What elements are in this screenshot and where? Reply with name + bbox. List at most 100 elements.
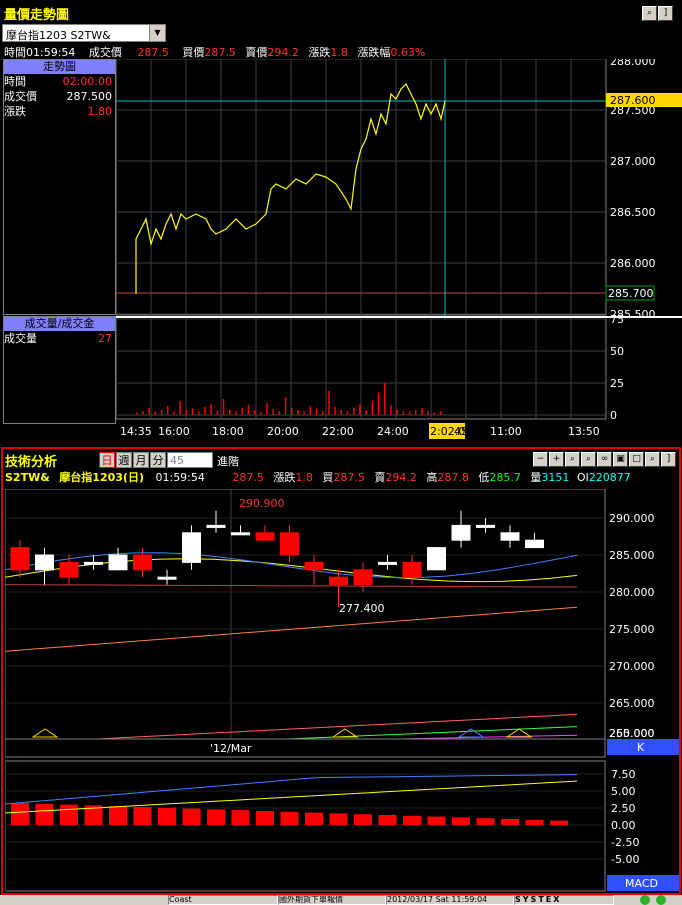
info-label: 漲跌 bbox=[4, 105, 26, 118]
volume-bar bbox=[191, 408, 194, 415]
info-row-price: 成交價 287.500 bbox=[4, 89, 115, 104]
title-bar: 量價走勢圖 ⌕ ] bbox=[0, 0, 682, 24]
candle-body bbox=[59, 561, 79, 578]
volume-tick: 0 bbox=[610, 409, 617, 422]
advanced-button[interactable]: 進階 bbox=[217, 453, 239, 469]
volume-bar bbox=[204, 407, 206, 415]
minute-value: 45 bbox=[170, 454, 184, 467]
macd-bar bbox=[256, 811, 274, 825]
macd-bar bbox=[476, 818, 495, 825]
time-tick: 14:35 bbox=[120, 425, 152, 438]
ta-name: 摩台指1203(日) bbox=[59, 471, 144, 484]
last-value: 287.5 bbox=[137, 46, 169, 59]
volume-bar bbox=[322, 411, 324, 415]
current-price-tag: 287.600 bbox=[610, 94, 656, 107]
candle-body bbox=[157, 576, 177, 580]
candle-body bbox=[84, 561, 103, 565]
candle-tick: 270.000 bbox=[609, 660, 655, 673]
volume-bar bbox=[315, 408, 318, 415]
intraday-chart[interactable]: 288.000287.500287.000286.500286.000285.5… bbox=[116, 59, 682, 445]
ta-time: 01:59:54 bbox=[155, 471, 205, 484]
candle-tick: 275.000 bbox=[609, 623, 655, 636]
status-cell-time: 2012/03/17 Sat 11:59:04 bbox=[386, 895, 514, 905]
high-annotation: 290.900 bbox=[239, 497, 285, 510]
zoom-out-icon[interactable]: ⌕ bbox=[565, 452, 580, 467]
technical-chart[interactable]: 290.000 285.000 280.000 275.000 270.000 265.0… bbox=[5, 489, 679, 893]
macd-bar bbox=[231, 810, 250, 825]
macd-bar bbox=[207, 809, 225, 825]
plus-icon[interactable]: + bbox=[549, 452, 564, 467]
info-label: 時間 bbox=[4, 75, 26, 88]
volume-tick: 50 bbox=[610, 345, 624, 358]
time-tick: 22:00 bbox=[322, 425, 354, 438]
macd-bar bbox=[452, 817, 470, 825]
zoom-icon[interactable]: ⌕ bbox=[642, 6, 657, 21]
chevron-down-icon[interactable]: ▼ bbox=[149, 25, 165, 41]
link-icon[interactable]: ∞ bbox=[597, 452, 612, 467]
volume-bar bbox=[415, 410, 417, 415]
period-week[interactable]: 週 bbox=[116, 452, 132, 468]
info-row-change: 漲跌 1.80 bbox=[4, 104, 115, 119]
macd-bar bbox=[11, 803, 29, 825]
macd-tick: 5.00 bbox=[611, 785, 636, 798]
zoom-in-icon[interactable]: ⌕ bbox=[581, 452, 596, 467]
close-icon[interactable]: ] bbox=[661, 452, 676, 467]
close-icon[interactable]: ] bbox=[658, 6, 673, 21]
volume-bar bbox=[297, 410, 299, 415]
ta-low: 285.7 bbox=[489, 471, 521, 484]
window-icon[interactable]: □ bbox=[629, 452, 644, 467]
volume-bar bbox=[346, 411, 349, 415]
candle-body bbox=[329, 576, 348, 586]
volume-bar bbox=[384, 383, 386, 415]
ask-label: 賣價 bbox=[245, 46, 268, 59]
date-strip bbox=[5, 738, 606, 758]
window-title: 量價走勢圖 bbox=[4, 8, 70, 23]
volume-tick: 75 bbox=[610, 313, 624, 326]
volume-row: 成交量 27 bbox=[4, 331, 115, 346]
volume-bar bbox=[229, 409, 231, 415]
macd-bar bbox=[378, 815, 397, 825]
volume-bar bbox=[241, 407, 243, 415]
ta-oi: 220877 bbox=[588, 471, 631, 484]
macd-bar bbox=[501, 819, 519, 825]
ta-change: 1.8 bbox=[295, 471, 313, 484]
pct-label: 漲跌幅 bbox=[357, 46, 391, 59]
volume-bar bbox=[198, 411, 200, 415]
save-icon[interactable]: ▣ bbox=[613, 452, 628, 467]
ta-symbol: S2TW& bbox=[5, 471, 50, 484]
ta-toolbar: − + ⌕ ⌕ ∞ ▣ □ ⌕ ] bbox=[533, 452, 676, 467]
candle-body bbox=[427, 547, 446, 571]
quote-status-icon bbox=[656, 895, 666, 905]
ask-value: 294.2 bbox=[267, 46, 299, 59]
ta-change-label: 漲跌 bbox=[273, 471, 296, 484]
macd-bar bbox=[329, 813, 348, 825]
candle-body bbox=[280, 532, 299, 556]
volume-bar bbox=[253, 410, 256, 415]
candle-tick: 285.000 bbox=[609, 549, 655, 562]
macd-tag: MACD bbox=[625, 877, 658, 890]
period-day[interactable]: 日 bbox=[99, 452, 115, 468]
time-axis: 14:35 16:00 18:00 20:00 22:00 24:00 2:02:0045 1… bbox=[120, 425, 600, 438]
candle-tick: 280.000 bbox=[609, 586, 655, 599]
volume-bar bbox=[427, 411, 429, 415]
candle-body bbox=[231, 532, 250, 536]
volume-bar bbox=[328, 391, 330, 415]
minus-icon[interactable]: − bbox=[533, 452, 548, 467]
minute-input[interactable]: 45 bbox=[167, 452, 213, 468]
symbol-select[interactable]: 摩台指1203 S2TW& ▼ bbox=[2, 24, 166, 42]
candle-body bbox=[10, 547, 30, 571]
search-icon[interactable]: ⌕ bbox=[645, 452, 660, 467]
period-minute[interactable]: 分 bbox=[150, 452, 166, 468]
candle-body bbox=[108, 554, 128, 571]
macd-bar bbox=[525, 819, 544, 825]
ta-high-label: 高 bbox=[426, 471, 438, 484]
candle-body bbox=[476, 524, 495, 528]
volume-bar bbox=[439, 411, 442, 415]
info-value: 1.80 bbox=[87, 105, 113, 118]
macd-tick: -2.50 bbox=[611, 836, 639, 849]
macd-bar bbox=[280, 811, 299, 825]
period-month[interactable]: 月 bbox=[133, 452, 149, 468]
period-selector: 日 週 月 分 45 bbox=[99, 452, 213, 468]
volume-bar bbox=[396, 409, 398, 415]
candle-body bbox=[255, 532, 275, 541]
